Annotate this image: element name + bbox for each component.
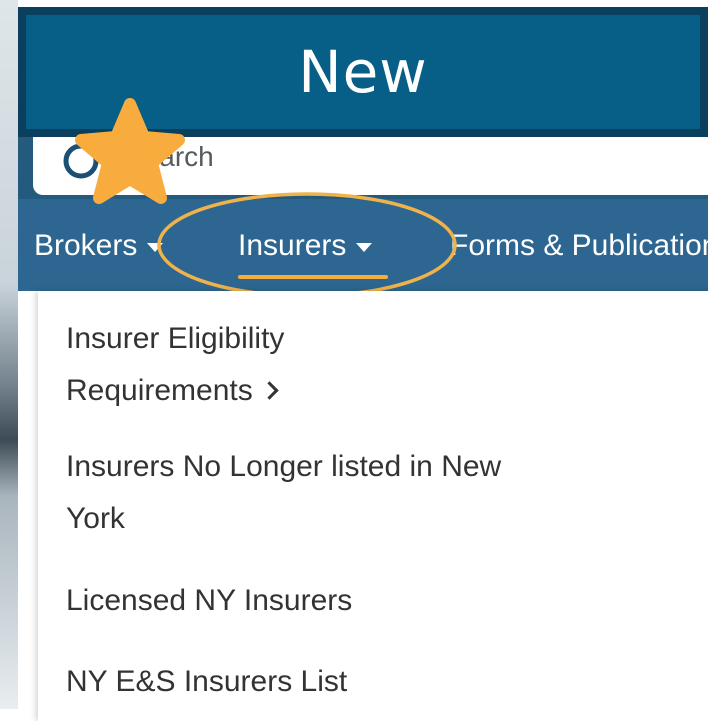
star-icon [75, 98, 185, 204]
highlight-ellipse [157, 192, 457, 298]
nav-forms-publications[interactable]: Forms & Publications [450, 229, 708, 263]
nav-brokers-label: Brokers [34, 229, 138, 262]
menu-item-label: Licensed NY Insurers [66, 584, 353, 617]
menu-item-label: Insurer Eligibility [66, 322, 285, 355]
menu-item-label: Insurers No Longer listed in New [66, 450, 502, 483]
menu-item-label-line2: York [66, 502, 125, 535]
chevron-right-icon [260, 381, 279, 400]
background-photo-strip [0, 0, 18, 709]
menu-item-licensed-ny-insurers[interactable]: Licensed NY Insurers [66, 575, 352, 627]
nav-brokers[interactable]: Brokers [34, 229, 164, 263]
insurers-dropdown-menu: Insurer Eligibility Requirements Insurer… [38, 291, 708, 721]
nav-forms-label: Forms & Publications [450, 229, 708, 262]
menu-item-insurers-no-longer-listed[interactable]: Insurers No Longer listed in New York [66, 441, 501, 545]
menu-item-label: NY E&S Insurers List [66, 665, 348, 698]
menu-item-insurer-eligibility[interactable]: Insurer Eligibility Requirements [66, 313, 284, 417]
menu-item-ny-es-insurers-list[interactable]: NY E&S Insurers List [66, 656, 347, 708]
menu-item-label-line2: Requirements [66, 365, 284, 417]
